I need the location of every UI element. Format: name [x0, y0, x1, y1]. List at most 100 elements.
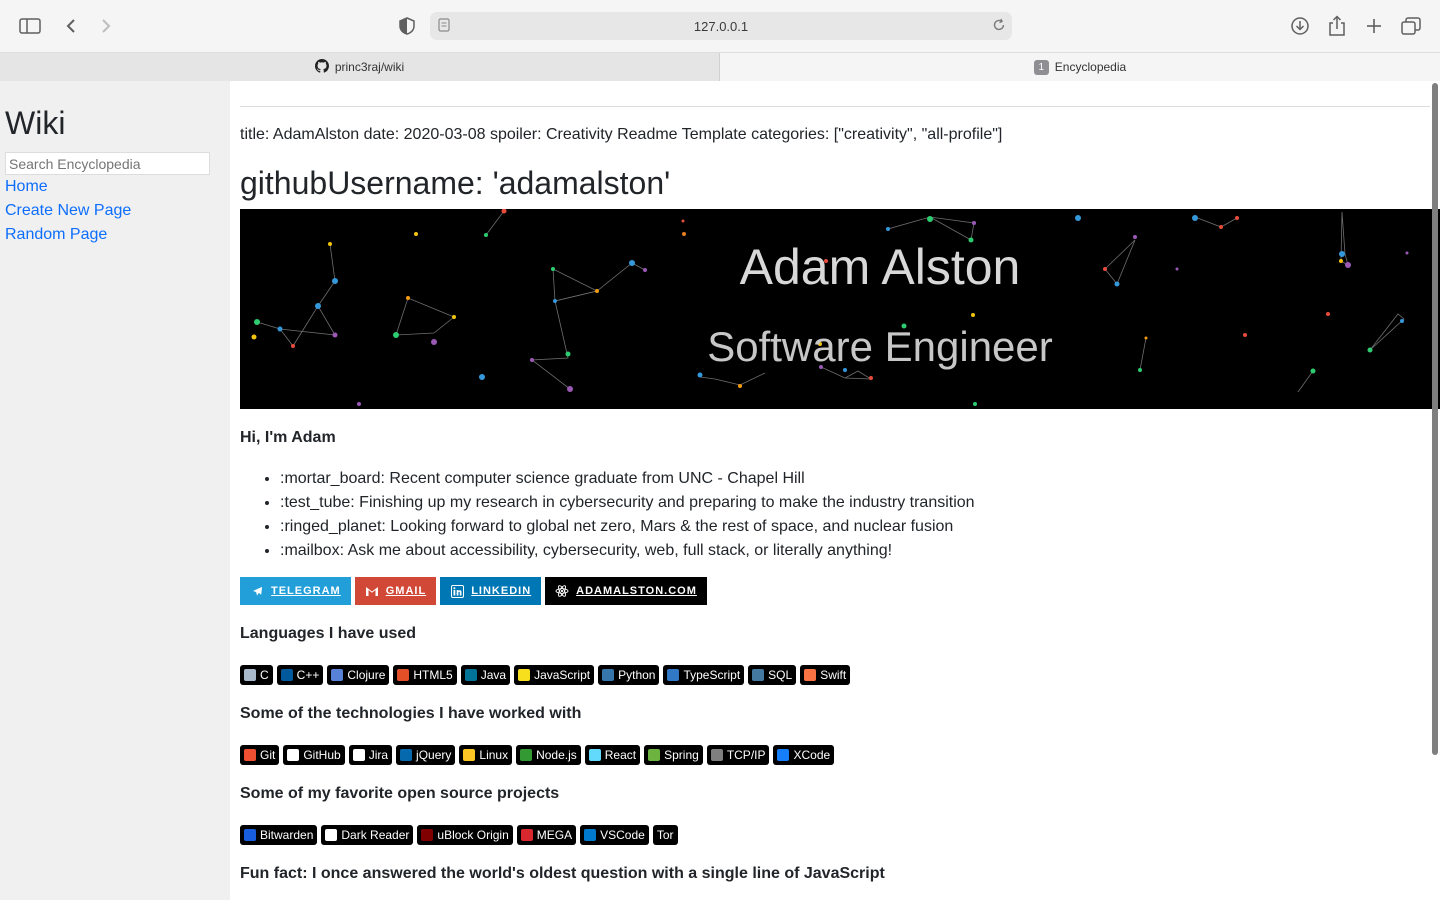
tech-badge[interactable]: Java [460, 665, 511, 685]
telegram-icon [250, 584, 264, 598]
tech-badge[interactable]: Git [240, 745, 280, 765]
badge-logo-icon [520, 829, 533, 841]
badge-logo-icon [397, 669, 410, 681]
badge-logo-icon [244, 749, 256, 761]
badge-label: HTML5 [413, 668, 453, 682]
tech-badge[interactable]: TypeScript [663, 665, 745, 685]
tech-badge[interactable]: Tor [652, 825, 678, 845]
tab-label: Encyclopedia [1054, 60, 1127, 74]
nav-random-page-link[interactable]: Random Page [5, 226, 107, 244]
tech-badge[interactable]: Dark Reader [321, 825, 414, 845]
main-content: title: AdamAlston date: 2020-03-08 spoil… [230, 81, 1440, 900]
badge-label: TELEGRAM [271, 585, 341, 597]
site-title: Wiki [5, 105, 66, 141]
badge-logo-icon [584, 829, 597, 841]
badge-label: Dark Reader [341, 828, 410, 842]
telegram-badge[interactable]: TELEGRAM [240, 577, 351, 605]
badge-logo-icon [648, 749, 661, 761]
badge-label: Java [480, 668, 507, 682]
badge-label: Jira [368, 748, 389, 762]
tech-badge[interactable]: Bitwarden [240, 825, 318, 845]
tech-badge[interactable]: MEGA [516, 825, 577, 845]
tech-badge[interactable]: HTML5 [393, 665, 457, 685]
url-text: 127.0.0.1 [693, 18, 749, 34]
banner-role: Software Engineer [707, 323, 1053, 370]
tech-badge[interactable]: C [240, 665, 273, 685]
privacy-shield-icon[interactable] [395, 14, 419, 38]
tab-wiki-repo[interactable]: princ3raj/wiki [0, 53, 720, 81]
badge-label: Spring [664, 748, 699, 762]
badge-logo-icon [667, 669, 680, 681]
badge-label: C++ [296, 668, 320, 682]
tech-badge[interactable]: uBlock Origin [417, 825, 513, 845]
downloads-icon[interactable] [1288, 14, 1312, 38]
list-item: :ringed_planet: Looking forward to globa… [280, 515, 975, 539]
share-icon[interactable] [1325, 14, 1349, 38]
tech-badge[interactable]: Jira [348, 745, 393, 765]
website-badge[interactable]: ADAMALSTON.COM [545, 577, 707, 605]
badge-label: Linux [479, 748, 509, 762]
badge-logo-icon [804, 669, 817, 681]
nav-create-page-link[interactable]: Create New Page [5, 202, 131, 220]
badge-label: Clojure [347, 668, 386, 682]
new-tab-icon[interactable] [1362, 14, 1386, 38]
tech-badge[interactable]: JavaScript [514, 665, 595, 685]
profile-banner: Adam Alston Software Engineer [240, 209, 1440, 409]
badge-logo-icon [710, 749, 723, 761]
github-icon [314, 58, 329, 76]
search-input[interactable] [5, 152, 210, 175]
gmail-badge[interactable]: GMAIL [354, 577, 437, 605]
tech-badge[interactable]: SQL [748, 665, 797, 685]
badge-label: VSCode [600, 828, 645, 842]
back-icon[interactable] [59, 14, 83, 38]
technologies-badges: Git GitHub Jira jQuery Linux Node.js React Spri… [240, 745, 835, 765]
tab-overview-icon[interactable] [1399, 14, 1423, 38]
tech-badge[interactable]: Swift [800, 665, 851, 685]
tech-badge[interactable]: Clojure [327, 665, 390, 685]
badge-label: ADAMALSTON.COM [576, 585, 697, 597]
tech-badge[interactable]: GitHub [283, 745, 345, 765]
badge-logo-icon [331, 669, 344, 681]
tab-encyclopedia[interactable]: 1 Encyclopedia [720, 53, 1440, 81]
badge-label: GMAIL [385, 585, 427, 597]
page-scrollbar[interactable] [1432, 83, 1438, 755]
browser-toolbar: 127.0.0.1 [0, 0, 1440, 52]
technologies-heading: Some of the technologies I have worked w… [240, 705, 582, 722]
sidebar-toggle-icon[interactable] [18, 14, 42, 38]
list-item: :mortar_board: Recent computer science g… [280, 467, 975, 491]
react-icon [555, 584, 569, 598]
address-bar[interactable]: 127.0.0.1 [430, 12, 1012, 40]
badge-logo-icon [602, 669, 615, 681]
tech-badge[interactable]: Node.js [516, 745, 581, 765]
fun-fact-heading: Fun fact: I once answered the world's ol… [240, 865, 885, 882]
badge-label: MEGA [536, 828, 573, 842]
tech-badge[interactable]: Python [598, 665, 660, 685]
intro-heading: Hi, I'm Adam [240, 429, 336, 446]
tech-badge[interactable]: VSCode [580, 825, 649, 845]
tech-badge[interactable]: C++ [276, 665, 324, 685]
contact-badges: TELEGRAM GMAIL LINKEDIN ADAMALSTON.COM [240, 577, 707, 605]
nav-home-link[interactable]: Home [5, 178, 48, 196]
badge-label: TCP/IP [726, 748, 766, 762]
tech-badge[interactable]: jQuery [396, 745, 456, 765]
gmail-icon [365, 584, 379, 598]
open-source-heading: Some of my favorite open source projects [240, 785, 560, 802]
badge-logo-icon [777, 749, 790, 761]
badge-label: XCode [793, 748, 831, 762]
tech-badge[interactable]: Spring [644, 745, 703, 765]
badge-logo-icon [463, 749, 476, 761]
badge-label: TypeScript [683, 668, 741, 682]
intro-list: :mortar_board: Recent computer science g… [260, 467, 975, 563]
tech-badge[interactable]: TCP/IP [706, 745, 770, 765]
page-heading: githubUsername: 'adamalston' [240, 165, 671, 201]
linkedin-badge[interactable]: LINKEDIN [440, 577, 542, 605]
tech-badge[interactable]: Linux [459, 745, 513, 765]
reload-icon[interactable] [992, 18, 1006, 35]
tech-badge[interactable]: XCode [773, 745, 835, 765]
languages-badges: C C++ Clojure HTML5 Java JavaScript Python Type… [240, 665, 851, 685]
forward-icon[interactable] [94, 14, 118, 38]
list-item: :mailbox: Ask me about accessibility, cy… [280, 539, 975, 563]
badge-label: SQL [768, 668, 793, 682]
tech-badge[interactable]: React [584, 745, 641, 765]
linkedin-icon [450, 584, 464, 598]
